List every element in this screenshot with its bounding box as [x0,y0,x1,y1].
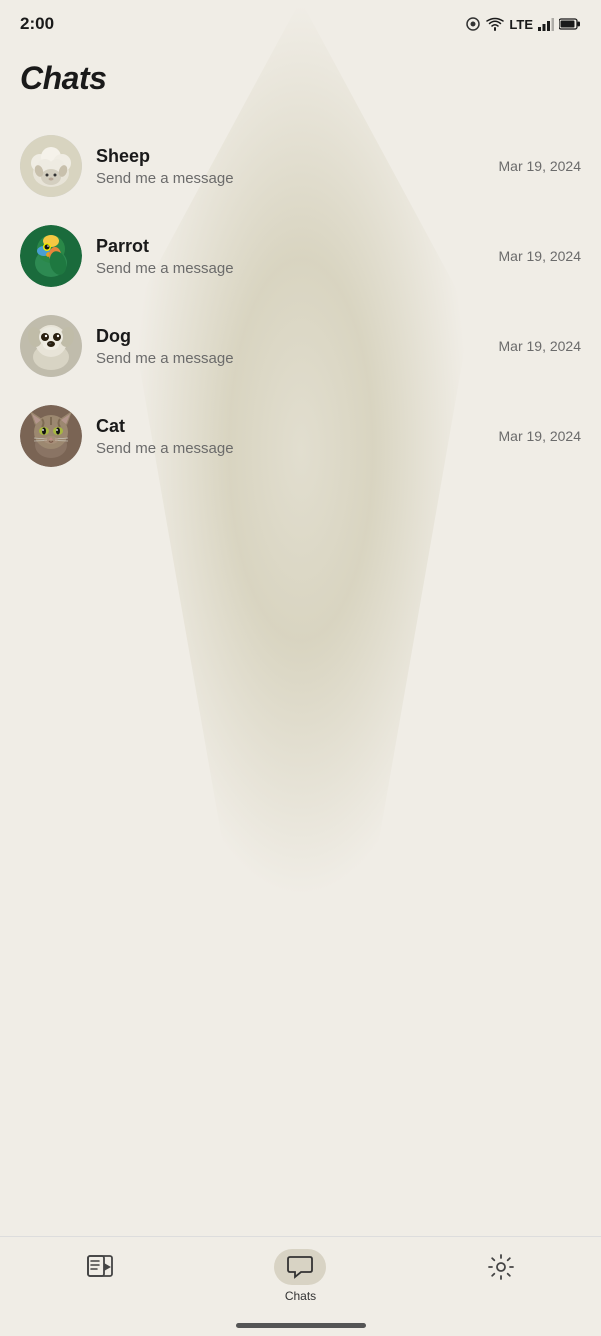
settings-icon [488,1254,514,1280]
chat-name-parrot: Parrot [96,236,487,257]
chat-date-parrot: Mar 19, 2024 [499,248,582,264]
chat-preview-parrot: Send me a message [96,260,487,277]
chat-preview-cat: Send me a message [96,440,487,457]
avatar-parrot [20,225,82,287]
status-bar: 2:00 LTE [0,0,601,44]
chats-nav-label: Chats [285,1289,316,1303]
chat-name-cat: Cat [96,416,487,437]
status-icons: LTE [465,16,581,32]
status-time: 2:00 [20,14,54,34]
settings-icon-wrap [475,1249,527,1285]
chat-list: Sheep Send me a message Mar 19, 2024 [0,121,601,481]
home-indicator [236,1323,366,1328]
chat-date-sheep: Mar 19, 2024 [499,158,582,174]
chat-item-dog[interactable]: Dog Send me a message Mar 19, 2024 [16,301,585,391]
chat-preview-sheep: Send me a message [96,170,487,187]
chat-preview-dog: Send me a message [96,350,487,367]
avatar-sheep [20,135,82,197]
lte-label: LTE [509,17,533,32]
battery-icon [559,18,581,30]
camera-icon [465,16,481,32]
chat-date-dog: Mar 19, 2024 [499,338,582,354]
signal-icon [538,17,554,31]
nav-item-chats[interactable]: Chats [200,1249,400,1303]
avatar-dog [20,315,82,377]
chat-item-sheep[interactable]: Sheep Send me a message Mar 19, 2024 [16,121,585,211]
media-icon [87,1255,113,1279]
chat-info-cat: Cat Send me a message [96,416,487,457]
chats-icon-wrap [274,1249,326,1285]
avatar-cat [20,405,82,467]
wifi-icon [486,17,504,31]
media-icon-wrap [74,1249,126,1285]
nav-item-settings[interactable] [401,1249,601,1285]
nav-item-media[interactable] [0,1249,200,1285]
chat-date-cat: Mar 19, 2024 [499,428,582,444]
page-title: Chats [0,44,601,121]
chat-icon [287,1255,313,1279]
chat-info-parrot: Parrot Send me a message [96,236,487,277]
chat-info-dog: Dog Send me a message [96,326,487,367]
chat-item-parrot[interactable]: Parrot Send me a message Mar 19, 2024 [16,211,585,301]
chat-item-cat[interactable]: Cat Send me a message Mar 19, 2024 [16,391,585,481]
bottom-nav: Chats [0,1236,601,1336]
chat-name-sheep: Sheep [96,146,487,167]
chat-info-sheep: Sheep Send me a message [96,146,487,187]
chat-name-dog: Dog [96,326,487,347]
